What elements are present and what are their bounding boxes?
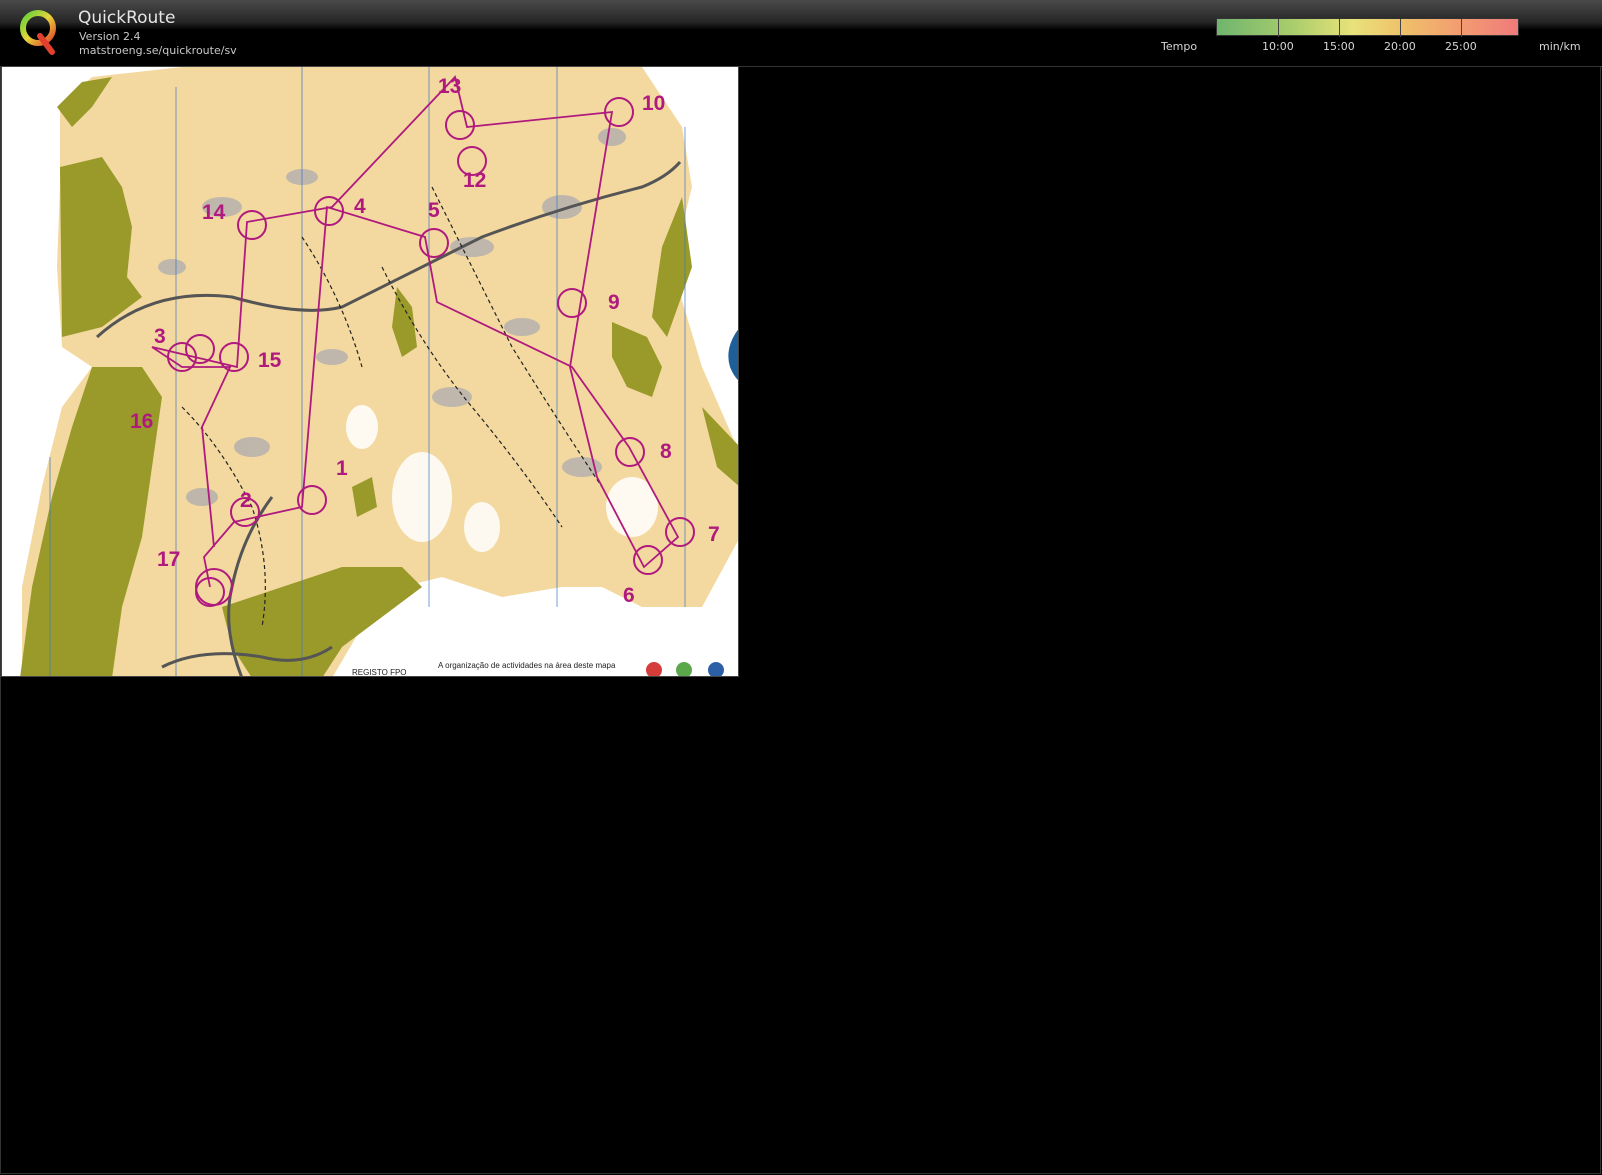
- control-number: 4: [354, 195, 366, 218]
- map-footer-label: REGISTO FPO: [352, 668, 407, 677]
- app-url-link[interactable]: matstroeng.se/quickroute/sv: [79, 44, 237, 57]
- legend-tick-label: 10:00: [1262, 40, 1294, 53]
- control-number: 6: [623, 584, 635, 607]
- tempo-color-legend: [1216, 18, 1519, 37]
- control-number: 15: [258, 349, 282, 372]
- legend-tick-label: 25:00: [1445, 40, 1477, 53]
- legend-tick: [1461, 19, 1462, 37]
- control-number: 3: [154, 325, 166, 348]
- legend-tick: [1278, 19, 1279, 37]
- control-number: 17: [157, 548, 180, 571]
- control-number: 7: [708, 523, 720, 546]
- control-number: 13: [438, 75, 461, 98]
- header-bar: QuickRoute Version 2.4 matstroeng.se/qui…: [0, 0, 1602, 67]
- control-number: 5: [428, 199, 440, 222]
- control-number: 12: [463, 169, 486, 192]
- control-number: 14: [202, 201, 226, 224]
- control-number: 16: [130, 410, 153, 433]
- orienteering-map[interactable]: 1 2 3 4 5 6 7 8 9 10 12 13 14 15 16 17 R…: [1, 66, 739, 677]
- legend-tick: [1339, 19, 1340, 37]
- legend-tick: [1400, 19, 1401, 37]
- control-number: 10: [642, 92, 665, 115]
- control-number: 8: [660, 440, 672, 463]
- control-number: 1: [336, 457, 348, 480]
- legend-tick-label: 15:00: [1323, 40, 1355, 53]
- legend-tick-label: 20:00: [1384, 40, 1416, 53]
- control-number: 9: [608, 291, 620, 314]
- map-canvas: 1 2 3 4 5 6 7 8 9 10 12 13 14 15 16 17 R…: [2, 67, 738, 677]
- legend-label: Tempo: [1161, 40, 1198, 53]
- legend-unit: min/km: [1539, 40, 1581, 53]
- map-footer-note: A organização de actividades na área des…: [438, 661, 616, 670]
- app-title: QuickRoute: [78, 8, 176, 28]
- quickroute-logo-icon: [20, 10, 56, 55]
- sponsor-logos: [646, 662, 724, 676]
- app-version: Version 2.4: [79, 30, 141, 43]
- control-number: 2: [240, 489, 252, 512]
